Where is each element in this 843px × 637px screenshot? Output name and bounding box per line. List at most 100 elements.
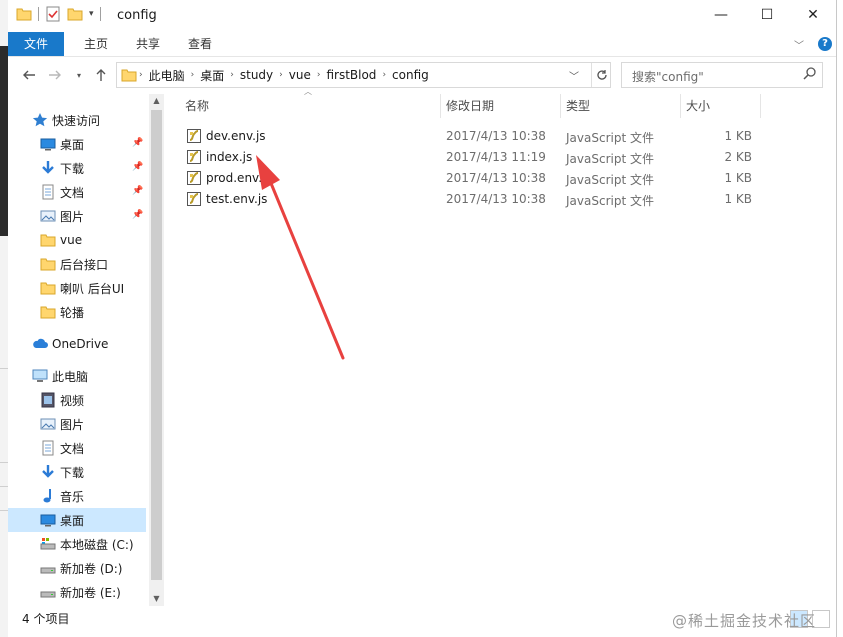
nav-label: 视频 xyxy=(60,393,85,408)
js-file-icon xyxy=(187,192,201,206)
nav-label: 图片 xyxy=(60,209,85,224)
breadcrumb-item[interactable]: config xyxy=(388,68,433,82)
watermark: @稀土掘金技术社区 xyxy=(672,612,817,630)
folder-icon xyxy=(40,258,56,271)
file-row[interactable]: index.js 2017/4/13 11:19 JavaScript 文件 2… xyxy=(180,147,780,168)
nav-item-vue[interactable]: vue xyxy=(8,228,146,252)
recent-locations-icon[interactable]: ▾ xyxy=(68,64,90,86)
refresh-button[interactable] xyxy=(591,63,611,87)
nav-label: 音乐 xyxy=(60,489,85,504)
pin-icon[interactable]: 📌 xyxy=(132,162,143,172)
nav-onedrive[interactable]: OneDrive xyxy=(8,332,146,356)
nav-quick-access[interactable]: 快速访问 xyxy=(8,108,146,132)
file-size: 1 KB xyxy=(724,171,752,185)
nav-label: 喇叭 后台UI xyxy=(60,281,125,296)
video-icon xyxy=(41,392,55,408)
chevron-right-icon[interactable]: › xyxy=(315,70,323,80)
search-input[interactable]: 搜索"config" xyxy=(632,68,704,85)
nav-item-music[interactable]: 音乐 xyxy=(8,484,146,508)
tab-home[interactable]: 主页 xyxy=(76,32,116,56)
computer-icon xyxy=(32,369,48,382)
folder-icon xyxy=(121,69,137,82)
chevron-right-icon[interactable]: › xyxy=(228,70,236,80)
nav-item-pictures[interactable]: 图片 📌 xyxy=(8,204,146,228)
file-name: test.env.js xyxy=(206,192,268,206)
nav-item-backend-ui[interactable]: 喇叭 后台UI xyxy=(8,276,146,300)
column-header-date[interactable]: 修改日期 xyxy=(446,94,556,118)
refresh-icon xyxy=(596,70,607,80)
scroll-up-icon[interactable]: ▲ xyxy=(149,94,164,108)
folder-icon xyxy=(40,234,56,247)
breadcrumb-item[interactable]: study xyxy=(236,68,277,82)
tab-view[interactable]: 查看 xyxy=(180,32,220,56)
tab-file[interactable]: 文件 xyxy=(8,32,64,56)
nav-item-downloads[interactable]: 下载 📌 xyxy=(8,156,146,180)
file-row[interactable]: dev.env.js 2017/4/13 10:38 JavaScript 文件… xyxy=(180,126,780,147)
column-header-size[interactable]: 大小 xyxy=(686,94,756,118)
nav-item-carousel[interactable]: 轮播 xyxy=(8,300,146,324)
js-file-icon xyxy=(187,150,201,164)
title-bar: ▾ config — ☐ ✕ xyxy=(8,0,836,32)
nav-this-pc[interactable]: 此电脑 xyxy=(8,364,146,388)
minimize-button[interactable]: — xyxy=(698,0,744,30)
breadcrumb-item[interactable]: 桌面 xyxy=(196,67,228,84)
file-type: JavaScript 文件 xyxy=(566,152,654,166)
folder-icon[interactable] xyxy=(16,6,32,22)
nav-label: 此电脑 xyxy=(52,369,89,384)
chevron-right-icon[interactable]: › xyxy=(380,70,388,80)
folder-icon xyxy=(40,282,56,295)
chevron-right-icon[interactable]: › xyxy=(277,70,285,80)
nav-item-backend-api[interactable]: 后台接口 xyxy=(8,252,146,276)
column-header-type[interactable]: 类型 xyxy=(566,94,676,118)
file-name: dev.env.js xyxy=(206,129,266,143)
forward-button[interactable] xyxy=(44,64,66,86)
customize-qat-icon[interactable]: ▾ xyxy=(89,9,94,19)
new-folder-icon[interactable] xyxy=(67,6,83,22)
nav-label: 快速访问 xyxy=(52,113,101,128)
nav-item-pc-pictures[interactable]: 图片 xyxy=(8,412,146,436)
nav-item-videos[interactable]: 视频 xyxy=(8,388,146,412)
expand-ribbon-icon[interactable]: ﹀ xyxy=(794,37,804,52)
picture-icon xyxy=(40,418,56,430)
nav-item-pc-downloads[interactable]: 下载 xyxy=(8,460,146,484)
back-button[interactable] xyxy=(18,64,40,86)
address-bar[interactable]: › 此电脑 › 桌面 › study › vue › firstBlod › c… xyxy=(116,62,611,88)
chevron-right-icon[interactable]: › xyxy=(137,70,145,80)
nav-item-documents[interactable]: 文档 📌 xyxy=(8,180,146,204)
file-row[interactable]: prod.env.js 2017/4/13 10:38 JavaScript 文… xyxy=(180,168,780,189)
item-count: 4 个项目 xyxy=(22,612,70,626)
search-icon[interactable] xyxy=(802,66,818,82)
nav-item-drive-e[interactable]: 新加卷 (E:) xyxy=(8,580,146,604)
help-icon[interactable]: ? xyxy=(818,37,832,51)
column-header-name[interactable]: 名称 xyxy=(185,94,435,118)
scrollbar-thumb[interactable] xyxy=(151,110,162,580)
nav-label: 下载 xyxy=(60,161,85,176)
file-type: JavaScript 文件 xyxy=(566,194,654,208)
nav-item-pc-documents[interactable]: 文档 xyxy=(8,436,146,460)
file-row[interactable]: test.env.js 2017/4/13 10:38 JavaScript 文… xyxy=(180,189,780,210)
file-size: 1 KB xyxy=(724,129,752,143)
maximize-button[interactable]: ☐ xyxy=(744,0,790,30)
close-button[interactable]: ✕ xyxy=(790,0,836,30)
background-terminal-strip xyxy=(0,0,8,637)
scroll-down-icon[interactable]: ▼ xyxy=(149,592,164,606)
file-name: index.js xyxy=(206,150,253,164)
breadcrumb-item[interactable]: firstBlod xyxy=(322,68,380,82)
nav-item-desktop[interactable]: 桌面 📌 xyxy=(8,132,146,156)
up-button[interactable] xyxy=(90,64,112,86)
address-dropdown-icon[interactable]: ﹀ xyxy=(569,68,579,83)
pin-icon[interactable]: 📌 xyxy=(132,210,143,220)
chevron-right-icon[interactable]: › xyxy=(189,70,197,80)
pin-icon[interactable]: 📌 xyxy=(132,186,143,196)
breadcrumb-item[interactable]: 此电脑 xyxy=(145,67,189,84)
nav-item-drive-d[interactable]: 新加卷 (D:) xyxy=(8,556,146,580)
file-date: 2017/4/13 10:38 xyxy=(446,171,546,185)
nav-item-drive-c[interactable]: 本地磁盘 (C:) xyxy=(8,532,146,556)
breadcrumb-item[interactable]: vue xyxy=(285,68,315,82)
properties-icon[interactable] xyxy=(45,6,61,22)
search-box[interactable]: 搜索"config" xyxy=(621,62,823,88)
tab-share[interactable]: 共享 xyxy=(128,32,168,56)
nav-item-pc-desktop[interactable]: 桌面 xyxy=(8,508,146,532)
pin-icon[interactable]: 📌 xyxy=(132,138,143,148)
nav-scrollbar[interactable]: ▲ ▼ xyxy=(149,94,164,606)
